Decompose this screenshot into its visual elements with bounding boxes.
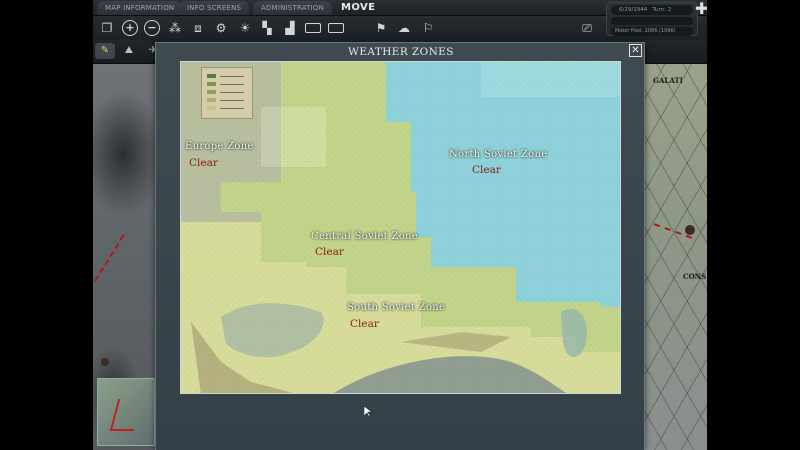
date-turn-readout: 6/29/1944 Turn: 2 — [611, 5, 693, 15]
north-soviet-zone-label: North Soviet Zone — [449, 149, 548, 160]
window-icon[interactable]: ❐ — [99, 20, 115, 36]
game-screen: GALATI CONS MAP INFORMATION INFO SCREENS… — [93, 0, 707, 450]
sun-icon[interactable]: ☀ — [237, 20, 253, 36]
close-button[interactable]: ✕ — [629, 44, 642, 57]
dialog-title: WEATHER ZONES — [348, 46, 454, 58]
phase-label: MOVE — [341, 2, 376, 13]
flag-icon[interactable]: ⚑ — [373, 20, 389, 36]
terrain-feature — [685, 225, 695, 235]
central-soviet-zone-label: Central Soviet Zone — [311, 231, 419, 242]
zoom-out-icon[interactable]: − — [144, 20, 160, 36]
central-soviet-zone-condition: Clear — [315, 246, 344, 258]
north-soviet-zone-condition: Clear — [472, 164, 501, 176]
rect-icon[interactable] — [328, 23, 344, 33]
date-text: 6/29/1944 — [619, 7, 648, 13]
terrain-icon[interactable]: ⛰ — [119, 43, 139, 59]
screen-icon[interactable]: ⎚ — [579, 20, 595, 36]
strategic-map-hexes[interactable] — [641, 64, 707, 450]
legend-swatch — [207, 98, 216, 102]
mouse-cursor-icon — [364, 406, 372, 418]
terrain-feature — [101, 358, 109, 366]
legend-entry — [220, 76, 244, 77]
supply-icon[interactable]: ⧈ — [190, 20, 206, 36]
tab-administration[interactable]: ADMINISTRATION — [253, 1, 333, 15]
map-legend — [201, 67, 253, 119]
legend-swatch — [207, 106, 216, 110]
zoom-in-icon[interactable]: + — [122, 20, 138, 36]
legend-swatch — [207, 82, 216, 86]
europe-zone-label: Europe Zone — [185, 141, 254, 152]
status-panel: 6/29/1944 Turn: 2 Motor Pool: 2086 (1096… — [606, 2, 698, 36]
south-soviet-zone-condition: Clear — [350, 318, 379, 330]
europe-zone-condition: Clear — [189, 157, 218, 169]
turn-text: Turn: 2 — [652, 7, 672, 13]
motor-pool-readout: Motor Pool: 2086 (1096) — [611, 27, 693, 36]
attack-mode-icon[interactable]: ✎ — [95, 43, 115, 59]
left-letterbox — [0, 0, 93, 450]
units-icon[interactable]: ⁂ — [167, 20, 183, 36]
legend-entry — [220, 108, 244, 109]
south-soviet-zone-label: South Soviet Zone — [347, 302, 446, 313]
minimap[interactable] — [97, 378, 155, 446]
settings-icon[interactable]: ⚙ — [213, 20, 229, 36]
status-bar — [611, 17, 693, 25]
weather-zone-map: Europe Zone Clear North Soviet Zone Clea… — [180, 61, 621, 394]
legend-swatch — [207, 74, 216, 78]
pennant-icon[interactable]: ⚐ — [420, 20, 436, 36]
rect-icon[interactable] — [305, 23, 321, 33]
tab-map-information[interactable]: MAP INFORMATION — [97, 1, 183, 15]
right-letterbox — [707, 0, 800, 450]
city-label: CONS — [683, 272, 707, 281]
chart-icon[interactable]: ▚ — [259, 20, 275, 36]
cross-icon: ✚ — [695, 0, 707, 18]
factory-icon[interactable]: ▟ — [282, 20, 298, 36]
legend-entry — [220, 92, 244, 93]
weather-zones-dialog: WEATHER ZONES ✕ Europe Zone Clear North … — [155, 42, 645, 450]
city-label: GALATI — [653, 76, 683, 85]
legend-entry — [220, 100, 244, 101]
legend-entry — [220, 84, 244, 85]
cloud-weather-icon[interactable]: ☁ — [396, 20, 412, 36]
legend-swatch — [207, 90, 216, 94]
tab-info-screens[interactable]: INFO SCREENS — [179, 1, 250, 15]
